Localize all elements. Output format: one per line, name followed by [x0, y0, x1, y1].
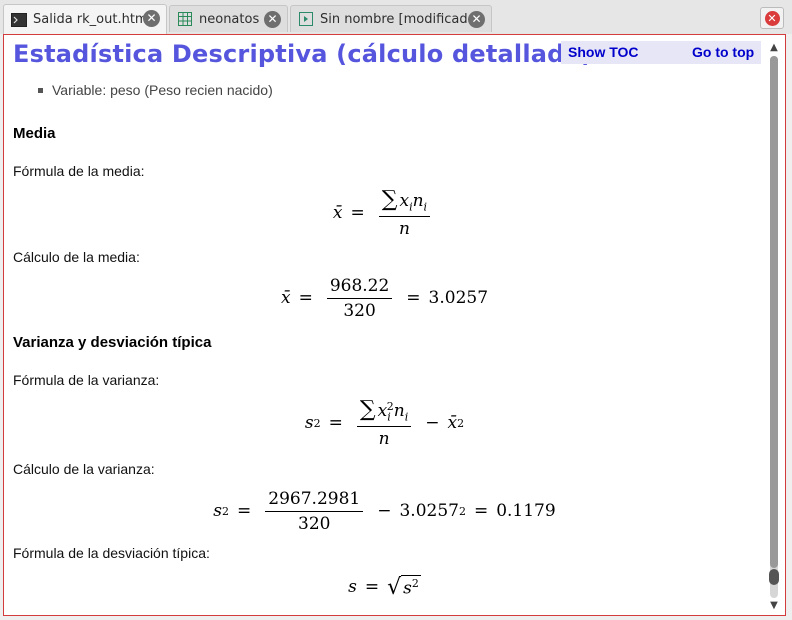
table-icon	[177, 12, 193, 26]
variable-label: Variable: peso (Peso recien nacido)	[52, 82, 273, 98]
varianza-value: 0.1179	[496, 501, 556, 521]
script-icon	[298, 12, 314, 26]
page-title: Estadística Descriptiva (cálculo detalla…	[13, 40, 593, 68]
formula-varianza: s 2 = ∑ xi2ni n − x̄ 2	[304, 397, 465, 449]
toc-bar: Show TOC Go to top	[561, 41, 761, 64]
go-to-top-link[interactable]: Go to top	[692, 44, 754, 60]
tab-label: neonatos	[199, 11, 260, 27]
media-value: 3.0257	[428, 288, 489, 308]
sum-xn-value: 968.22	[326, 276, 393, 299]
tab-label: Salida rk_out.html	[33, 12, 152, 27]
n-value: 320	[298, 513, 331, 534]
calculo-media-label: Cálculo de la media:	[13, 249, 140, 265]
formula-media: x̄ = ∑ xini n	[4, 187, 765, 239]
close-tab-icon[interactable]: ✕	[143, 10, 160, 27]
tab-label: Sin nombre [modificado]	[320, 11, 481, 27]
output-frame: Estadística Descriptiva (cálculo detalla…	[3, 34, 786, 616]
section-media-heading: Media	[13, 125, 56, 142]
close-tab-icon[interactable]: ✕	[468, 11, 485, 28]
vertical-scrollbar[interactable]: ▲ ▼	[767, 42, 781, 612]
section-varianza-heading: Varianza y desviación típica	[13, 334, 212, 351]
show-toc-link[interactable]: Show TOC	[568, 44, 639, 60]
formula-varianza-label: Fórmula de la varianza:	[13, 372, 160, 388]
sum-x2n-value: 2967.2981	[265, 489, 364, 512]
formula-desviacion: s = √ s2	[348, 574, 421, 600]
variable-item: Variable: peso (Peso recien nacido)	[38, 82, 273, 98]
terminal-icon	[11, 12, 27, 27]
scroll-handle[interactable]	[769, 569, 779, 585]
tab-salida[interactable]: Salida rk_out.html ✕	[3, 4, 167, 34]
scroll-up-icon[interactable]: ▲	[767, 42, 781, 54]
n-value: 320	[343, 300, 376, 321]
calculo-varianza: s 2 = 2967.2981 320 −3.0257 2 = 0.1179	[213, 488, 556, 534]
formula-desviacion-label: Fórmula de la desviación típica:	[13, 545, 210, 561]
scroll-down-icon[interactable]: ▼	[767, 600, 781, 612]
formula-media-label: Fórmula de la media:	[13, 163, 145, 179]
tab-neonatos[interactable]: neonatos ✕	[169, 5, 288, 32]
calculo-varianza-label: Cálculo de la varianza:	[13, 461, 155, 477]
close-tab-icon[interactable]: ✕	[264, 11, 281, 28]
tab-bar: Salida rk_out.html ✕ neonatos ✕ Sin nomb…	[0, 0, 792, 34]
media-squared-value: 3.0257	[399, 501, 459, 521]
calculo-media: x̄ = 968.22 320 = 3.0257	[280, 275, 489, 321]
scroll-thumb[interactable]	[770, 56, 778, 568]
html-output: Estadística Descriptiva (cálculo detalla…	[4, 35, 765, 615]
close-icon: ✕	[764, 10, 780, 26]
close-window-button[interactable]: ✕	[760, 7, 784, 29]
tab-sin-nombre[interactable]: Sin nombre [modificado] ✕	[290, 5, 492, 32]
bullet-icon	[38, 87, 43, 93]
